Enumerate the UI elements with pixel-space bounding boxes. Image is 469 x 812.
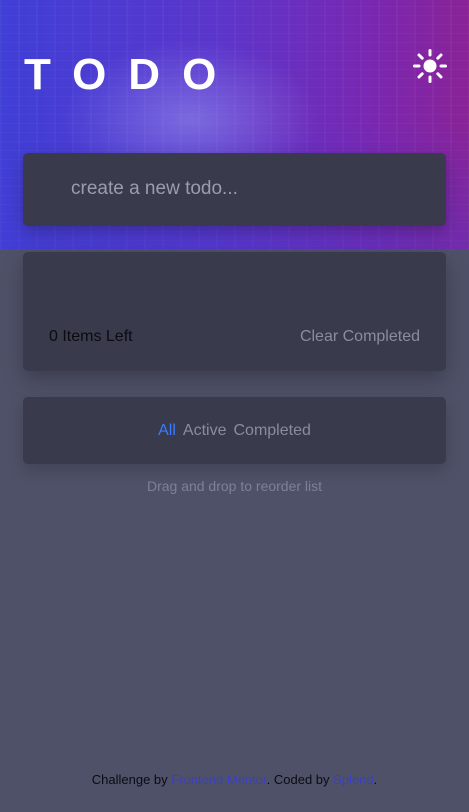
reorder-hint: Drag and drop to reorder list — [146, 478, 323, 494]
app-logo: TODO — [24, 50, 239, 99]
theme-toggle-button[interactable] — [412, 48, 448, 84]
todo-list-card: 0 Items Left Clear Completed — [23, 252, 446, 371]
sun-icon — [413, 49, 447, 83]
filter-all[interactable]: All — [158, 422, 176, 440]
coder-link[interactable]: Splend — [333, 772, 373, 787]
new-todo-card — [23, 153, 446, 226]
filter-completed[interactable]: Completed — [233, 422, 310, 440]
filter-active[interactable]: Active — [183, 422, 227, 440]
attribution: Challenge by Frontend Mentor. Coded by S… — [0, 772, 469, 787]
items-left-count: 0 Items Left — [49, 328, 133, 345]
attribution-middle: . Coded by — [266, 772, 334, 787]
attribution-suffix: . — [373, 772, 378, 787]
clear-completed-button[interactable]: Clear Completed — [300, 328, 420, 346]
challenge-link[interactable]: Frontend Mentor — [171, 772, 266, 787]
filter-bar: All Active Completed — [23, 397, 446, 464]
new-todo-input[interactable] — [71, 171, 421, 207]
attribution-prefix: Challenge by — [91, 772, 172, 787]
